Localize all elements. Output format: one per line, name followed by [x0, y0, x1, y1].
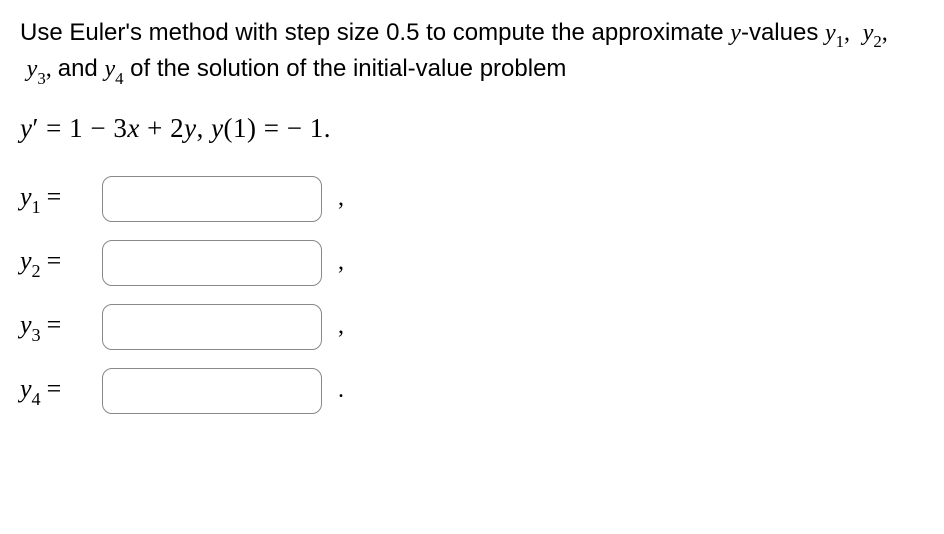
eq: = — [47, 182, 62, 211]
text: to compute the approximate — [419, 19, 730, 46]
eq-ycond: y — [211, 113, 223, 143]
eq-period: . — [324, 113, 331, 143]
trailing-comma: , — [338, 185, 344, 212]
eq-arg: 1 — [233, 113, 247, 143]
comma: , — [882, 20, 888, 46]
eq-two: 2 — [170, 113, 184, 143]
text: Use Euler's method with step size — [20, 19, 386, 46]
eq-equals: = — [39, 113, 69, 143]
trailing-comma: , — [338, 313, 344, 340]
answer-row-y2: y2 = , — [20, 240, 924, 286]
answer-section: y1= , y2= , y3= , y4= . — [20, 176, 924, 414]
eq-close: ) — [247, 113, 257, 143]
answer-label-y4: y4 = — [20, 374, 90, 408]
sub3: 3 — [37, 69, 45, 88]
var: y — [20, 374, 32, 403]
eq: = — [47, 310, 62, 339]
text-and: and — [58, 55, 105, 82]
answer-label-y3: y3 = — [20, 310, 90, 344]
eq-minus: − — [83, 113, 113, 143]
y-var: y — [730, 20, 741, 46]
eq-comma: , — [197, 113, 212, 143]
y3-input[interactable] — [102, 304, 322, 350]
var: y — [20, 310, 32, 339]
answer-row-y4: y4 = . — [20, 368, 924, 414]
differential-equation: y′ = 1 − 3x + 2y, y(1) = − 1. — [20, 113, 924, 144]
step-size: 0.5 — [386, 19, 419, 46]
var: y — [20, 246, 32, 275]
y4: y — [104, 56, 115, 82]
eq-open: ( — [224, 113, 234, 143]
sub: 2 — [32, 261, 41, 281]
y4-input[interactable] — [102, 368, 322, 414]
sub: 1 — [32, 197, 41, 217]
answer-row-y1: y1 = , — [20, 176, 924, 222]
sub1: 1 — [836, 32, 844, 51]
eq: = — [47, 246, 62, 275]
answer-label-y2: y2 = — [20, 246, 90, 280]
problem-statement: Use Euler's method with step size 0.5 to… — [20, 16, 924, 89]
sub2: 2 — [873, 32, 881, 51]
y1-input[interactable] — [102, 176, 322, 222]
eq-one: 1 — [69, 113, 83, 143]
y2-input[interactable] — [102, 240, 322, 286]
trailing-comma: , — [338, 249, 344, 276]
eq-x: x — [127, 113, 139, 143]
eq-plus: + — [140, 113, 170, 143]
text: -values — [741, 19, 825, 46]
eq-equals2: = — [257, 113, 287, 143]
var: y — [20, 182, 32, 211]
eq-y2: y — [184, 113, 196, 143]
comma: , — [46, 56, 58, 82]
y2: y — [863, 20, 874, 46]
y1: y — [825, 20, 836, 46]
sub: 4 — [32, 389, 41, 409]
eq: = — [47, 374, 62, 403]
comma: , — [844, 20, 856, 46]
sub: 3 — [32, 325, 41, 345]
eq-three: 3 — [113, 113, 127, 143]
trailing-period: . — [338, 377, 344, 404]
eq-neg: − — [287, 113, 310, 143]
answer-label-y1: y1 = — [20, 182, 90, 216]
text: of the solution of the initial-value pro… — [123, 55, 566, 82]
y3: y — [27, 56, 38, 82]
eq-y: y — [20, 113, 32, 143]
sub4: 4 — [115, 69, 123, 88]
eq-val: 1 — [310, 113, 324, 143]
answer-row-y3: y3 = , — [20, 304, 924, 350]
